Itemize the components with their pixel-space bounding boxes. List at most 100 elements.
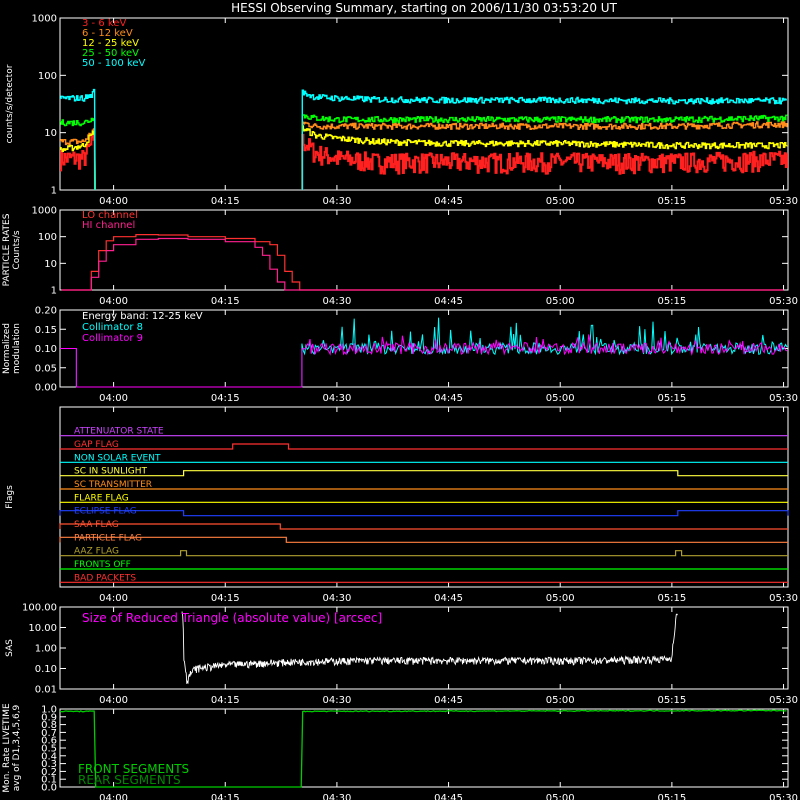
series-line-0	[61, 234, 784, 291]
flag-label: SC IN SUNLIGHT	[74, 467, 148, 477]
x-tick-label: 05:15	[657, 593, 686, 604]
legend-entry: REAR SEGMENTS	[78, 773, 181, 787]
panel-4-axes: 04:00 04:15 04:30 04:45 05:00 05:15 05:30 0.01 0…	[5, 603, 798, 707]
x-tick-label: 05:15	[657, 296, 686, 307]
x-tick-label: 04:15	[211, 695, 240, 706]
x-tick-label: 04:45	[434, 196, 463, 207]
y-tick-label: 0.01	[35, 685, 57, 696]
y-tick-label: 100	[38, 232, 57, 243]
x-tick-label: 05:00	[546, 393, 575, 404]
figure-title: HESSI Observing Summary, starting on 200…	[231, 1, 617, 15]
chart-annotation: Energy band: 12-25 keV	[82, 311, 203, 322]
y-tick-label: 100.00	[22, 603, 57, 614]
flag-label: ATTENUATOR STATE	[74, 427, 164, 437]
y-axis-label: Normalizedmodulation	[2, 323, 22, 374]
y-tick-label: 1000	[32, 206, 57, 217]
y-tick-label: 10	[44, 259, 57, 270]
y-tick-label: 0.00	[35, 383, 57, 394]
y-tick-label: 0.15	[35, 325, 57, 336]
x-tick-label: 04:30	[322, 793, 351, 800]
flag-line	[60, 470, 788, 477]
flag-label: FLARE FLAG	[74, 493, 129, 503]
flag-line	[59, 523, 788, 530]
y-tick-label: 0.20	[35, 306, 57, 317]
x-tick-label: 04:00	[99, 593, 128, 604]
y-tick-label: 1	[51, 286, 57, 297]
x-tick-label: 04:00	[99, 393, 128, 404]
x-tick-label: 04:15	[211, 196, 240, 207]
x-tick-label: 04:00	[99, 695, 128, 706]
x-tick-label: 04:30	[322, 695, 351, 706]
legend-entry: 50 - 100 keV	[82, 58, 146, 69]
flag-line	[59, 536, 788, 543]
x-tick-label: 04:45	[434, 393, 463, 404]
x-tick-label: 05:30	[769, 296, 798, 307]
flag-label: PARTICLE FLAG	[74, 533, 142, 543]
x-tick-label: 05:30	[769, 196, 798, 207]
flag-label: GAP FLAG	[74, 440, 119, 450]
flag-label: ECLIPSE FLAG	[74, 507, 137, 517]
x-tick-label: 04:15	[211, 593, 240, 604]
plot-frame	[59, 209, 789, 291]
panel-5-axes: 04:00 04:15 04:30 04:45 05:00 05:15 05:300.00.…	[2, 703, 798, 800]
y-axis-label: Mon. Rate LIVETIMEavg of D1,3,4,5,6,9	[2, 703, 22, 793]
observing-summary-figure: HESSI Observing Summary, starting on 200…	[2, 1, 798, 800]
y-tick-label: 1.00	[35, 644, 57, 655]
y-axis-label: PARTICLE RATESCounts/s	[2, 213, 22, 286]
x-tick-label: 04:45	[434, 296, 463, 307]
flag-label: AAZ FLAG	[74, 547, 119, 557]
x-tick-label: 04:15	[211, 296, 240, 307]
x-tick-label: 05:30	[769, 793, 798, 800]
flag-line	[59, 510, 789, 517]
legend-entry: Collimator 8	[82, 322, 143, 333]
x-tick-label: 04:30	[322, 196, 351, 207]
x-tick-label: 05:15	[657, 695, 686, 706]
panel-2-axes: 04:00 04:15 04:30 04:45 05:00 05:15 05:30 0.00 0…	[2, 306, 798, 405]
legend-entry: Collimator 9	[82, 333, 143, 344]
x-tick-label: 05:00	[546, 695, 575, 706]
x-tick-label: 04:15	[211, 393, 240, 404]
legend-entry: HI channel	[82, 220, 135, 231]
x-tick-label: 05:30	[769, 593, 798, 604]
x-tick-label: 04:00	[99, 296, 128, 307]
x-tick-label: 05:15	[657, 196, 686, 207]
x-tick-label: 05:15	[657, 393, 686, 404]
panel-1-axes: 04:00 04:15 04:30 04:45 05:00 05:15 05:30 1 10 10…	[2, 206, 798, 308]
x-tick-label: 05:00	[546, 296, 575, 307]
x-tick-label: 05:30	[769, 393, 798, 404]
x-tick-label: 04:00	[99, 196, 128, 207]
series-line-1	[61, 237, 784, 291]
x-tick-label: 05:30	[769, 695, 798, 706]
y-axis-label: counts/s/detector	[5, 64, 15, 143]
flag-label: BAD PACKETS	[74, 573, 136, 583]
x-tick-label: 04:30	[322, 393, 351, 404]
y-axis-label: SAS	[5, 639, 15, 657]
x-tick-label: 04:45	[434, 593, 463, 604]
flag-label: SC TRANSMITTER	[74, 480, 152, 490]
y-tick-label: 0.10	[35, 664, 57, 675]
x-tick-label: 04:00	[99, 793, 128, 800]
x-tick-label: 04:45	[434, 793, 463, 800]
y-tick-label: 0.10	[35, 344, 57, 355]
x-tick-label: 04:30	[322, 593, 351, 604]
y-tick-label: 1	[51, 186, 57, 197]
plot-frame	[59, 406, 789, 588]
x-tick-label: 05:00	[546, 196, 575, 207]
flag-label: NON SOLAR EVENT	[74, 453, 161, 463]
y-tick-label: 1000	[32, 14, 57, 25]
y-tick-label: 0.05	[35, 363, 57, 374]
x-tick-label: 04:45	[434, 695, 463, 706]
series-line-4	[60, 88, 787, 191]
panel-0-axes: 04:00 04:15 04:30 04:45 05:00 05:15 05:30 1 10 10…	[5, 14, 798, 208]
x-tick-label: 05:15	[657, 793, 686, 800]
y-tick-label: 100	[38, 71, 57, 82]
chart-annotation: Size of Reduced Triangle (absolute value…	[82, 611, 382, 625]
flag-label: SAA FLAG	[74, 520, 119, 530]
x-tick-label: 05:00	[546, 793, 575, 800]
y-tick-label: 1.0	[41, 705, 57, 716]
y-tick-label: 10.00	[28, 623, 57, 634]
flag-label: FRONTS OFF	[74, 560, 131, 570]
x-tick-label: 04:15	[211, 793, 240, 800]
y-tick-label: 10	[44, 128, 57, 139]
flag-line	[60, 443, 788, 450]
